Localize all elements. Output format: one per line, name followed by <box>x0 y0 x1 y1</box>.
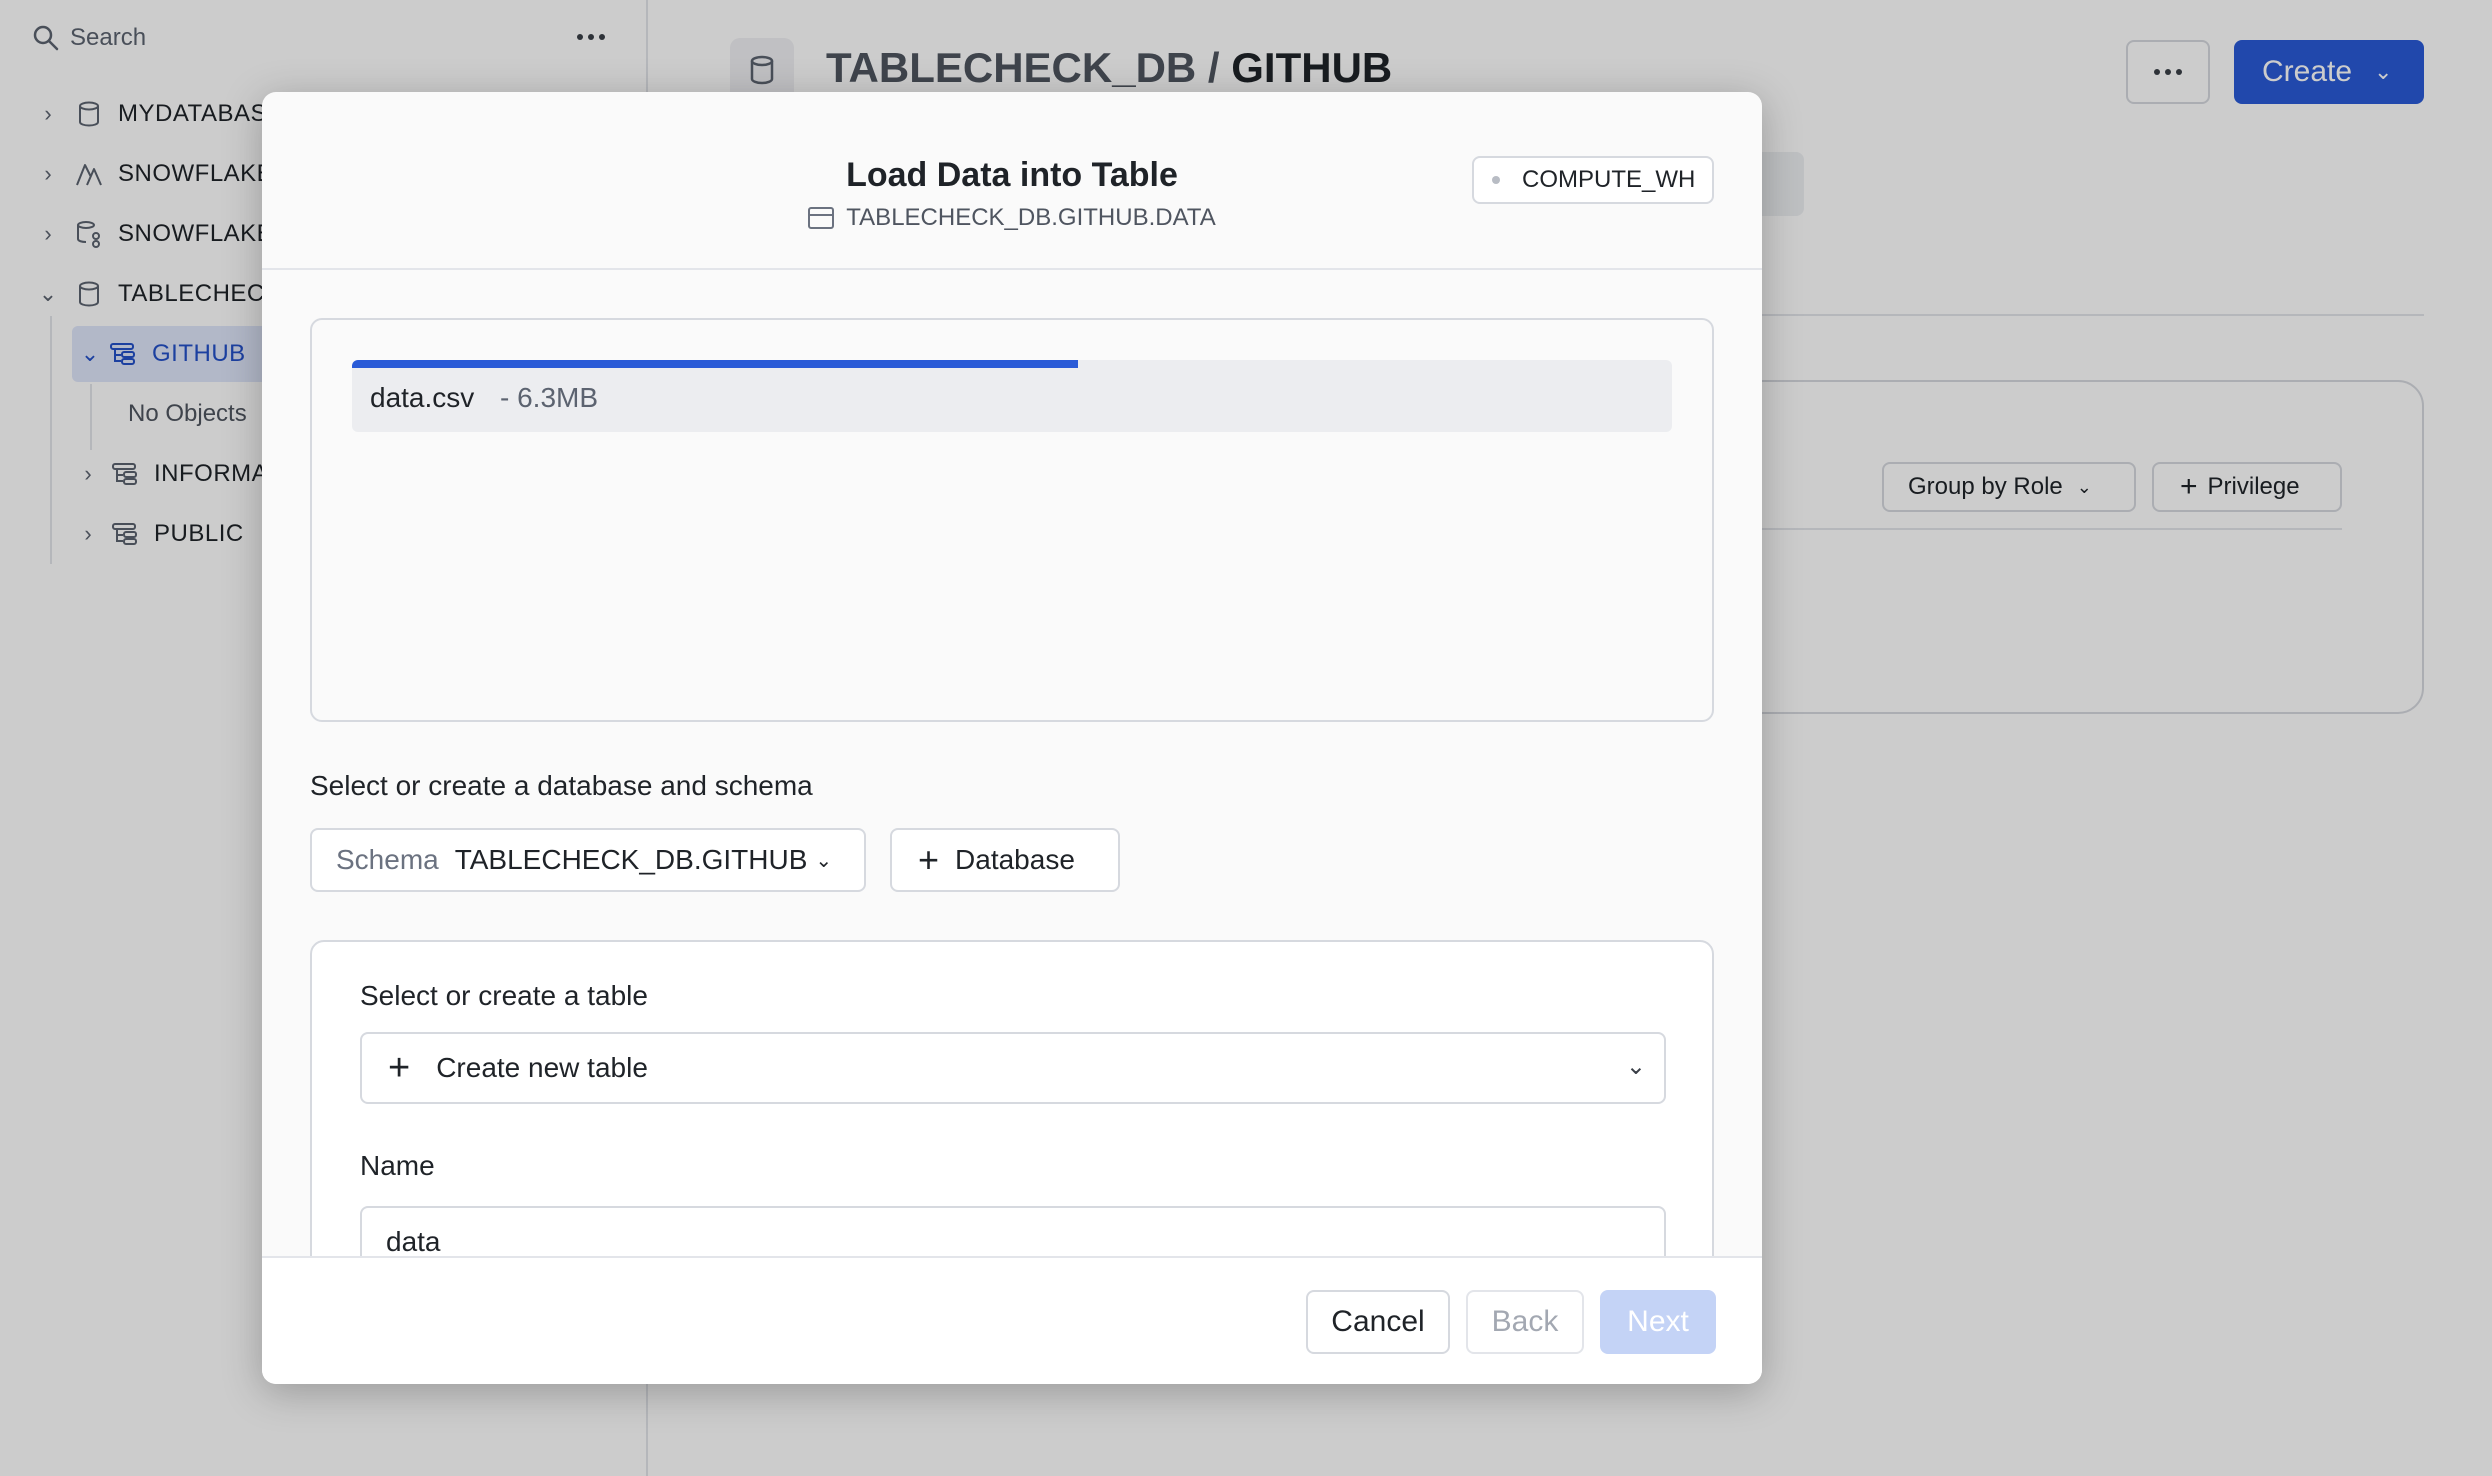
target-path-text: TABLECHECK_DB.GITHUB.DATA <box>846 204 1216 231</box>
schema-select-label: Schema <box>336 844 439 875</box>
schema-section-label: Select or create a database and schema <box>310 770 813 801</box>
upload-progress-fill <box>352 360 1078 368</box>
name-field-label: Name <box>360 1150 435 1181</box>
add-database-button[interactable]: + Database <box>890 828 1120 892</box>
file-name: data.csv <box>370 382 475 413</box>
plus-icon: + <box>388 1047 411 1089</box>
upload-progress-bar <box>352 360 1672 368</box>
cancel-button[interactable]: Cancel <box>1306 1290 1450 1354</box>
plus-icon: + <box>918 839 940 880</box>
add-database-label: Database <box>955 844 1075 875</box>
table-section-label: Select or create a table <box>360 980 648 1011</box>
warehouse-status-icon <box>1492 176 1500 184</box>
table-select[interactable]: + Create new table ⌄ <box>360 1032 1666 1104</box>
chevron-down-icon: ⌄ <box>815 849 833 872</box>
dialog-header: Load Data into Table TABLECHECK_DB.GITHU… <box>262 92 1762 270</box>
file-size: - 6.3MB <box>500 382 599 413</box>
table-icon <box>808 207 835 229</box>
app-window: Search › MYDATABASE › SNOWFLAKE › SNOWFL… <box>0 0 2492 1476</box>
next-button[interactable]: Next <box>1600 1290 1716 1354</box>
dialog-footer: Cancel Back Next <box>262 1256 1762 1384</box>
warehouse-name: COMPUTE_WH <box>1522 166 1696 193</box>
file-upload-area[interactable]: data.csv - 6.3MB <box>310 318 1714 722</box>
back-button[interactable]: Back <box>1466 1290 1584 1354</box>
dialog-target-path: TABLECHECK_DB.GITHUB.DATA <box>262 204 1762 232</box>
uploaded-file-item: data.csv - 6.3MB <box>352 360 1672 432</box>
table-select-value: Create new table <box>436 1052 648 1083</box>
schema-select[interactable]: Schema TABLECHECK_DB.GITHUB ⌄ <box>310 828 866 892</box>
warehouse-selector[interactable]: COMPUTE_WH <box>1472 156 1714 204</box>
chevron-down-icon: ⌄ <box>1625 1053 1646 1080</box>
schema-select-value: TABLECHECK_DB.GITHUB <box>454 844 808 875</box>
load-data-dialog: Load Data into Table TABLECHECK_DB.GITHU… <box>262 92 1762 1384</box>
